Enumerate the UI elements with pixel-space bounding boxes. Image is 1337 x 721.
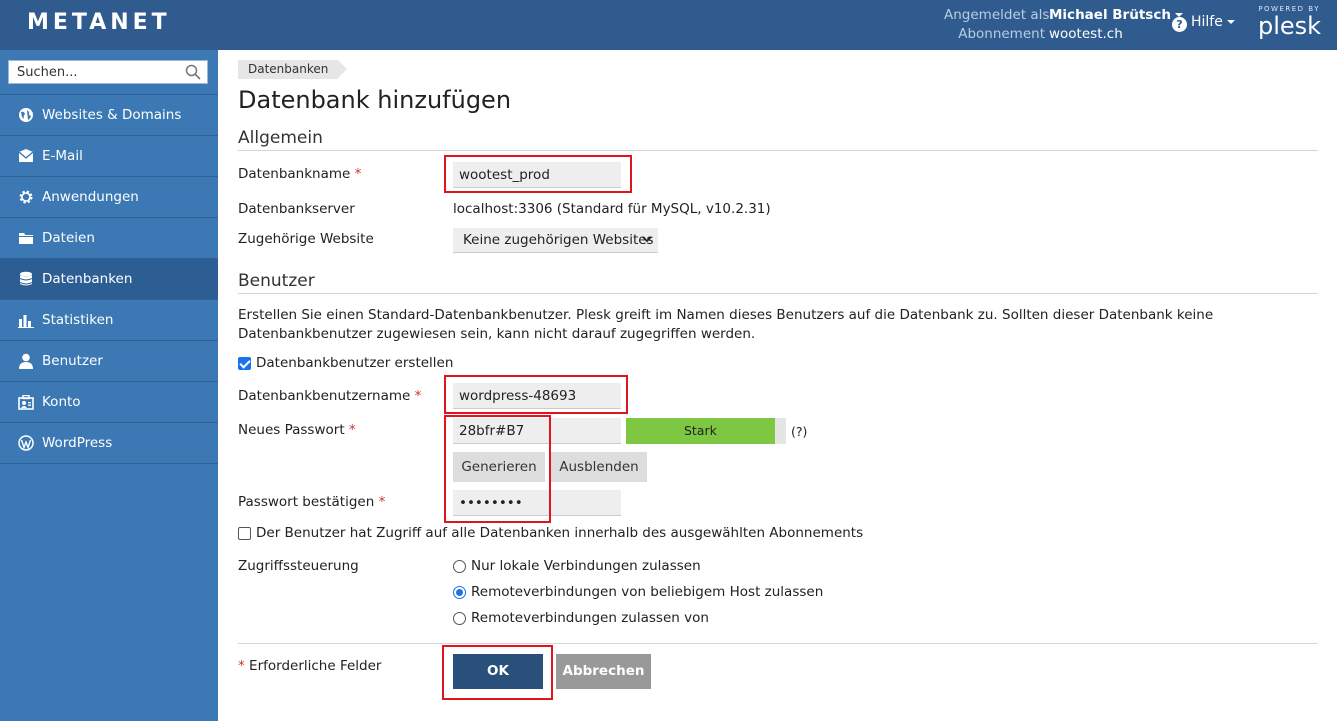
sidebar-item-label: Statistiken: [42, 312, 114, 328]
bar-chart-icon: [17, 312, 35, 328]
password-strength-fill: Stark: [626, 418, 775, 444]
page-title: Datenbank hinzufügen: [238, 86, 512, 114]
confirm-password-label-text: Passwort bestätigen: [238, 494, 375, 510]
chevron-down-icon[interactable]: [1226, 20, 1235, 24]
cancel-button[interactable]: Abbrechen: [556, 654, 651, 689]
sidebar-item-databases[interactable]: Datenbanken: [0, 259, 218, 300]
required-note-text: Erforderliche Felder: [249, 658, 382, 674]
hide-button[interactable]: Ausblenden: [551, 452, 647, 482]
create-user-label[interactable]: Datenbankbenutzer erstellen: [256, 355, 453, 371]
user-name[interactable]: Michael Brütsch: [1049, 7, 1171, 23]
section-heading-general: Allgemein: [238, 128, 1318, 151]
password-label-text: Neues Passwort: [238, 422, 345, 438]
required-asterisk: *: [414, 388, 422, 404]
radio-specific-hosts-label[interactable]: Remoteverbindungen zulassen von: [471, 610, 709, 626]
required-asterisk: *: [378, 494, 386, 510]
sidebar-item-label: Dateien: [42, 230, 95, 246]
sidebar-item-label: WordPress: [42, 435, 113, 451]
access-control-label: Zugriffssteuerung: [238, 558, 359, 574]
required-asterisk: *: [238, 658, 245, 674]
website-select[interactable]: Keine zugehörigen Websites: [453, 228, 658, 253]
plesk-wordmark: plesk: [1258, 12, 1322, 40]
radio-any-host-label[interactable]: Remoteverbindungen von beliebigem Host z…: [471, 584, 823, 600]
help-menu[interactable]: ? Hilfe: [1172, 14, 1235, 32]
subscription-label: Abonnement: [958, 26, 1045, 42]
sidebar-item-files[interactable]: Dateien: [0, 218, 218, 259]
highlight-box: [442, 645, 553, 700]
search-box: [8, 60, 208, 84]
password-label: Neues Passwort *: [238, 422, 356, 438]
sidebar-item-label: Anwendungen: [42, 189, 139, 205]
all-db-access-checkbox[interactable]: [238, 527, 251, 540]
chevron-down-icon[interactable]: [642, 234, 652, 244]
db-name-label: Datenbankname *: [238, 166, 361, 182]
sidebar-item-users[interactable]: Benutzer: [0, 341, 218, 382]
user-menu[interactable]: Michael Brütsch: [1049, 7, 1183, 23]
radio-local-only[interactable]: [453, 560, 466, 573]
db-server-label: Datenbankserver: [238, 201, 355, 217]
help-icon[interactable]: ?: [1172, 17, 1187, 32]
users-description: Erstellen Sie einen Standard-Datenbankbe…: [238, 307, 1214, 342]
website-select-value[interactable]: Keine zugehörigen Websites: [463, 232, 654, 248]
radio-local-only-label[interactable]: Nur lokale Verbindungen zulassen: [471, 558, 701, 574]
highlight-box: [444, 375, 628, 414]
sidebar-item-account[interactable]: Konto: [0, 382, 218, 423]
logged-in-label: Angemeldet als: [944, 7, 1050, 23]
password-strength-meter: Stark: [626, 418, 786, 444]
user-icon: [17, 353, 35, 369]
form-divider: [238, 643, 1318, 644]
search-icon[interactable]: [185, 64, 201, 80]
wordpress-icon: [17, 435, 35, 451]
sidebar-item-label: Websites & Domains: [42, 107, 182, 123]
globe-icon: [17, 107, 35, 123]
metanet-logo[interactable]: METANET: [27, 10, 171, 35]
sidebar-item-label: Konto: [42, 394, 81, 410]
sidebar-item-email[interactable]: E-Mail: [0, 136, 218, 177]
gear-icon: [17, 189, 35, 205]
required-asterisk: *: [348, 422, 356, 438]
required-asterisk: *: [354, 166, 362, 182]
sidebar-item-label: Datenbanken: [42, 271, 133, 287]
sidebar-item-label: E-Mail: [42, 148, 83, 164]
account-icon: [17, 394, 35, 410]
radio-any-host[interactable]: [453, 586, 466, 599]
confirm-password-label: Passwort bestätigen *: [238, 494, 385, 510]
mail-icon: [17, 148, 35, 164]
required-fields-note: * Erforderliche Felder: [238, 658, 381, 674]
sidebar-item-wordpress[interactable]: WordPress: [0, 423, 218, 464]
username-label-text: Datenbankbenutzername: [238, 388, 411, 404]
subscription-value[interactable]: wootest.ch: [1049, 26, 1123, 42]
sidebar-item-label: Benutzer: [42, 353, 103, 369]
db-name-label-text: Datenbankname: [238, 166, 351, 182]
db-server-value: localhost:3306 (Standard für MySQL, v10.…: [453, 201, 771, 217]
sidebar: Websites & Domains E-Mail Anwendungen Da…: [0, 50, 218, 721]
database-icon: [17, 271, 35, 287]
radio-specific-hosts[interactable]: [453, 612, 466, 625]
sidebar-nav: Websites & Domains E-Mail Anwendungen Da…: [0, 94, 218, 464]
sidebar-item-websites-domains[interactable]: Websites & Domains: [0, 95, 218, 136]
highlight-box: [444, 155, 632, 193]
sidebar-item-applications[interactable]: Anwendungen: [0, 177, 218, 218]
plesk-logo: POWERED BY plesk: [1258, 5, 1322, 40]
sidebar-item-statistics[interactable]: Statistiken: [0, 300, 218, 341]
highlight-box: [444, 415, 551, 523]
search-input[interactable]: [9, 61, 179, 83]
password-help-hint[interactable]: (?): [791, 424, 807, 439]
website-label: Zugehörige Website: [238, 231, 374, 247]
all-db-access-label[interactable]: Der Benutzer hat Zugriff auf alle Datenb…: [256, 525, 863, 541]
create-user-checkbox[interactable]: [238, 357, 251, 370]
account-info: Angemeldet alsMichael Brütsch Abonnement…: [944, 6, 1183, 44]
breadcrumb[interactable]: Datenbanken: [238, 60, 348, 79]
username-label: Datenbankbenutzername *: [238, 388, 421, 404]
section-heading-users: Benutzer: [238, 271, 1318, 294]
top-header: METANET Angemeldet alsMichael Brütsch Ab…: [0, 0, 1337, 50]
help-label[interactable]: Hilfe: [1191, 14, 1223, 30]
folder-icon: [17, 230, 35, 246]
